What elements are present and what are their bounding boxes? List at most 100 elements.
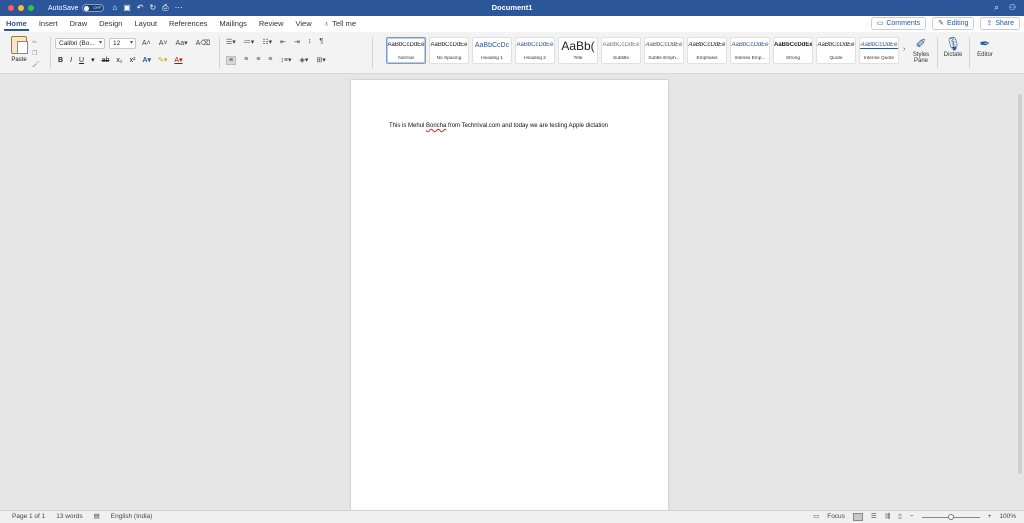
style-strong[interactable]: AaBbCcDdEe Strong <box>773 37 813 64</box>
draft-view-icon[interactable]: ▯ <box>898 511 902 523</box>
grow-font-icon[interactable]: A˄ <box>140 38 153 49</box>
style-name: Strong <box>785 56 801 61</box>
dictate-label: Dictate <box>943 52 963 58</box>
window-controls <box>8 5 34 11</box>
font-name-select[interactable]: Calibri (Bo... <box>55 38 105 49</box>
numbering-icon[interactable]: ≔▾ <box>244 38 255 46</box>
underline-dropdown-icon[interactable]: ▾ <box>91 56 95 64</box>
style-subtle-emphasis[interactable]: AaBbCcDdEe Subtle Emph... <box>644 37 684 64</box>
cut-icon[interactable]: ✂ <box>32 38 40 49</box>
document-page[interactable]: This is Mehul Boricha from Techrrival.co… <box>351 80 668 510</box>
tab-references[interactable]: References <box>163 16 213 32</box>
dictate-button[interactable]: 🎙 Dictate <box>940 36 966 58</box>
line-spacing-icon[interactable]: ↕≡▾ <box>280 56 291 65</box>
print-icon[interactable]: ⎙ <box>162 0 168 16</box>
italic-button[interactable]: I <box>70 57 72 64</box>
style-sample: AaBbCcDdEe <box>774 42 812 48</box>
tab-insert[interactable]: Insert <box>33 16 64 32</box>
bullets-icon[interactable]: ☰▾ <box>226 38 236 46</box>
shrink-font-icon[interactable]: A˅ <box>157 38 170 49</box>
outline-view-icon[interactable]: ⇶ <box>885 511 890 523</box>
autosave-toggle[interactable]: OFF <box>82 4 105 12</box>
bold-button[interactable]: B <box>58 57 63 64</box>
focus-label[interactable]: Focus <box>827 511 845 523</box>
justify-button[interactable]: ≡ <box>268 56 272 65</box>
style-intense-quote[interactable]: AaBbCcDdEe Intense Quote <box>859 37 899 64</box>
decrease-indent-icon[interactable]: ⇤ <box>280 38 286 46</box>
editing-button[interactable]: ✎ Editing <box>932 17 975 30</box>
increase-indent-icon[interactable]: ⇥ <box>294 38 300 46</box>
language[interactable]: English (India) <box>111 511 153 523</box>
align-left-button[interactable]: ≡ <box>226 56 237 65</box>
change-case-icon[interactable]: Aa▾ <box>174 38 190 49</box>
subscript-button[interactable]: x₂ <box>116 57 122 64</box>
tab-view[interactable]: View <box>289 16 317 32</box>
format-painter-icon[interactable]: 🖌 <box>32 60 40 71</box>
multilevel-list-icon[interactable]: ☷▾ <box>262 38 272 46</box>
tab-layout[interactable]: Layout <box>128 16 163 32</box>
align-center-button[interactable]: ≡ <box>244 56 248 65</box>
style-title[interactable]: AaBb( Title <box>558 37 598 64</box>
paste-button[interactable]: Paste <box>6 36 32 63</box>
save-icon[interactable]: ▣ <box>123 0 131 16</box>
superscript-button[interactable]: x² <box>130 57 136 64</box>
copy-icon[interactable]: ❐ <box>32 49 40 60</box>
style-heading-2[interactable]: AaBbCcDdEe Heading 2 <box>515 37 555 64</box>
editor-button[interactable]: ✒ Editor <box>972 36 998 58</box>
tab-home[interactable]: Home <box>0 16 33 32</box>
gallery-more-icon[interactable]: › <box>903 46 905 53</box>
font-size-select[interactable]: 12 <box>109 38 136 49</box>
tab-design[interactable]: Design <box>93 16 128 32</box>
style-no-spacing[interactable]: AaBbCcDdEe No Spacing <box>429 37 469 64</box>
zoom-slider[interactable] <box>921 513 980 520</box>
tell-me-search[interactable]: ♁ Tell me <box>318 16 362 32</box>
focus-icon[interactable]: ▭ <box>813 511 819 523</box>
tab-review[interactable]: Review <box>253 16 290 32</box>
search-icon[interactable]: ⌕ <box>994 0 998 16</box>
borders-icon[interactable]: ⊞▾ <box>316 56 325 65</box>
style-intense-emphasis[interactable]: AaBbCcDdEe Intense Emp... <box>730 37 770 64</box>
home-icon[interactable]: ⌂ <box>112 0 117 16</box>
proofing-icon[interactable]: ▤ <box>94 511 100 523</box>
more-icon[interactable]: ⋯ <box>175 0 183 16</box>
tab-draw[interactable]: Draw <box>64 16 94 32</box>
style-subtitle[interactable]: AaBbCcDdEe Subtitle <box>601 37 641 64</box>
word-count[interactable]: 13 words <box>56 511 82 523</box>
minimize-window-button[interactable] <box>18 5 24 11</box>
page-count[interactable]: Page 1 of 1 <box>12 511 45 523</box>
tab-mailings[interactable]: Mailings <box>213 16 253 32</box>
font-color-icon[interactable]: A▾ <box>174 56 182 64</box>
strikethrough-button[interactable]: ab <box>102 57 110 64</box>
misspelled-word[interactable]: Boricha <box>426 123 446 129</box>
zoom-slider-thumb[interactable] <box>947 513 954 520</box>
style-normal[interactable]: AaBbCcDdEe Normal <box>386 37 426 64</box>
web-layout-view-button[interactable]: ☰ <box>871 511 877 523</box>
account-icon[interactable]: ⚇ <box>1009 0 1016 16</box>
shading-icon[interactable]: ◈▾ <box>299 56 308 65</box>
undo-icon[interactable]: ↶ <box>137 0 144 16</box>
zoom-level[interactable]: 100% <box>999 511 1016 523</box>
zoom-in-icon[interactable]: + <box>988 511 992 523</box>
share-button[interactable]: ⇪ Share <box>980 17 1020 30</box>
close-window-button[interactable] <box>8 5 14 11</box>
show-formatting-icon[interactable]: ¶ <box>319 38 323 46</box>
zoom-out-icon[interactable]: − <box>910 511 914 523</box>
vertical-scrollbar[interactable] <box>1018 94 1022 474</box>
style-quote[interactable]: AaBbCcDdEe Quote <box>816 37 856 64</box>
comments-button[interactable]: ▭ Comments <box>870 17 927 30</box>
text-effects-icon[interactable]: A▾ <box>142 56 151 64</box>
document-body-text[interactable]: This is Mehul Boricha from Techrrival.co… <box>389 123 608 129</box>
autosave-control[interactable]: AutoSave OFF <box>48 4 105 12</box>
print-layout-view-button[interactable] <box>852 513 863 521</box>
sort-icon[interactable]: ↕ <box>308 38 312 46</box>
style-heading-1[interactable]: AaBbCcDc Heading 1 <box>472 37 512 64</box>
style-emphasis[interactable]: AaBbCcDdEe Emphasis <box>687 37 727 64</box>
align-right-button[interactable]: ≡ <box>256 56 260 65</box>
maximize-window-button[interactable] <box>28 5 34 11</box>
underline-button[interactable]: U <box>79 57 84 64</box>
styles-pane-button[interactable]: ✐ Styles Pane <box>908 36 934 64</box>
redo-icon[interactable]: ↻ <box>149 0 156 16</box>
highlight-icon[interactable]: ✎▾ <box>158 56 167 64</box>
clear-formatting-icon[interactable]: A⌫ <box>194 38 213 49</box>
style-sample: AaBbCcDdEe <box>860 42 898 49</box>
